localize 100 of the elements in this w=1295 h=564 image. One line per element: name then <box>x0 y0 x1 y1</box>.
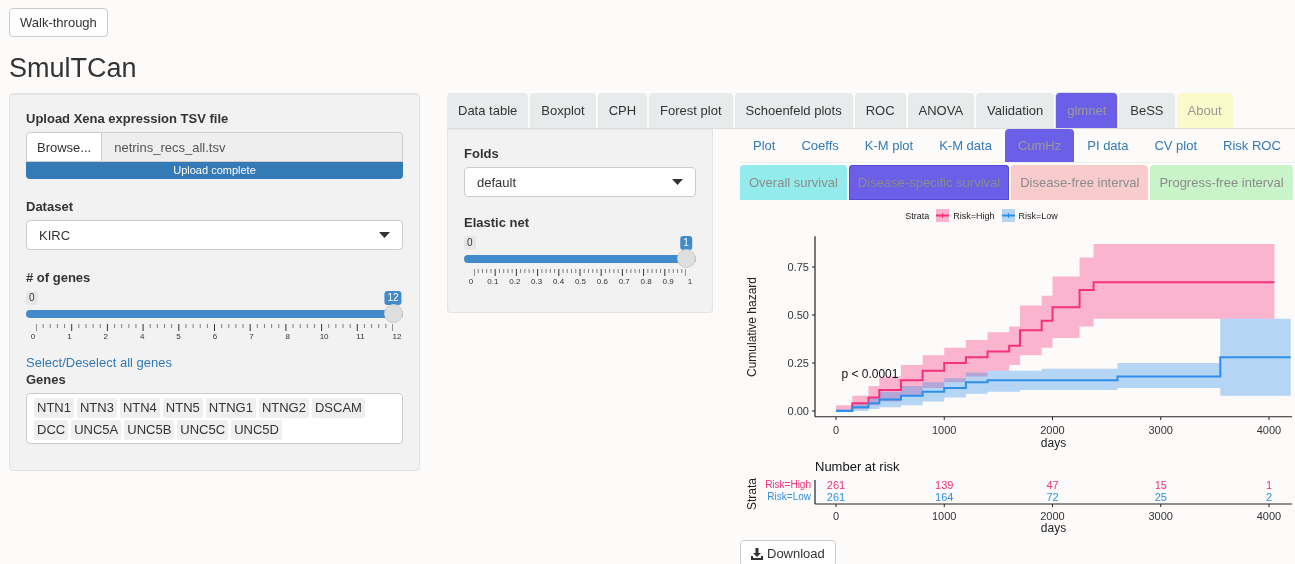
risk-count: 47 <box>1046 479 1059 491</box>
slider-min-label: 0 <box>26 291 38 305</box>
tab[interactable]: Data table <box>447 93 529 128</box>
slider-tick-label: 4 <box>139 332 145 341</box>
gene-chip[interactable]: NTNG1 <box>205 398 256 418</box>
gene-chip[interactable]: DCC <box>34 420 69 440</box>
slider-tick-label: 2 <box>103 332 108 341</box>
gene-chip[interactable]: NTN1 <box>34 398 74 418</box>
tab[interactable]: Validation <box>976 93 1055 128</box>
slider-tick-label: 0.4 <box>553 277 565 286</box>
slider-tick-label: 0.2 <box>509 277 521 286</box>
gene-chip[interactable]: UNC5D <box>231 420 282 440</box>
x-tick-label: 3000 <box>1148 510 1173 522</box>
field-label: Genes <box>26 372 67 387</box>
p-value-label: p < 0.0001 <box>841 367 899 382</box>
gene-chip[interactable]: UNC5A <box>71 420 122 440</box>
sub-tab[interactable]: Risk ROC <box>1210 129 1294 162</box>
tab[interactable]: ANOVA <box>907 93 975 128</box>
slider-tick-label: 0.7 <box>618 277 630 286</box>
download-icon <box>751 547 763 560</box>
field-label: Dataset <box>26 199 74 214</box>
sub-tab[interactable]: K-M data <box>926 129 1005 162</box>
slider-tick-label: 0.9 <box>662 277 674 286</box>
strata-label: Strata <box>745 478 759 510</box>
sub-tab[interactable]: CV plot <box>1141 129 1211 162</box>
field-label: # of genes <box>26 270 92 285</box>
x-tick-label: 0 <box>832 510 840 522</box>
slider-tick-label: 0.6 <box>596 277 608 286</box>
sub-tab[interactable]: Plot <box>740 129 789 162</box>
x-tick-label: 0 <box>832 424 840 436</box>
y-tick-label: 0.50 <box>787 309 809 321</box>
strata-name: Risk=High <box>765 479 811 490</box>
legend-title: Strata <box>905 210 930 221</box>
gene-chip[interactable]: DSCAM <box>311 398 365 418</box>
risk-count: 164 <box>935 491 954 503</box>
risk-count: 139 <box>935 479 954 491</box>
tab[interactable]: CPH <box>597 93 648 128</box>
risk-count: 72 <box>1046 491 1059 503</box>
genes-multiselect[interactable]: NTN1 NTN3 NTN4 NTN5 NTNG1 NTNG2 DSCAM DCC UNC5A UNC5B UNC5C UNC5D <box>26 393 403 444</box>
select-all-link[interactable]: Select/Deselect all genes <box>26 355 172 370</box>
slider-value-label: 12 <box>384 291 402 305</box>
gene-chip[interactable]: NTN4 <box>119 398 160 418</box>
strata-name: Risk=Low <box>767 491 811 502</box>
tab[interactable]: BeSS <box>1119 93 1175 128</box>
slider-tick-label: 0.8 <box>640 277 652 286</box>
x-tick-label: 1000 <box>932 424 957 436</box>
legend-label: Risk=High <box>953 210 995 221</box>
slider-tick-label: 1 <box>67 332 72 341</box>
sub-tab[interactable]: PI data <box>1074 129 1142 162</box>
progress-text: Upload complete <box>172 163 257 178</box>
field-label: Upload Xena expression TSV file <box>26 111 230 126</box>
y-tick-label: 0.00 <box>787 405 809 417</box>
x-tick-label: 3000 <box>1148 424 1173 436</box>
walkthrough-button[interactable]: Walk-through <box>9 8 108 37</box>
slider-tick-label: 0.5 <box>574 277 586 286</box>
tab[interactable]: Forest plot <box>649 93 733 128</box>
slider-tick-label: 11 <box>356 332 365 341</box>
gene-chip[interactable]: UNC5C <box>177 420 229 440</box>
slider-tick-label: 7 <box>249 332 254 341</box>
sub-tab[interactable]: Coeffs <box>788 129 852 162</box>
tab[interactable]: ROC <box>854 93 906 128</box>
risk-count: 261 <box>826 479 846 491</box>
risk-table-title: Number at risk <box>815 459 900 474</box>
select-value: KIRC <box>39 227 71 243</box>
gene-chip[interactable]: UNC5B <box>124 420 175 440</box>
x-tick-label: 1000 <box>932 510 957 522</box>
slider-handle[interactable] <box>676 249 696 268</box>
y-tick-label: 0.25 <box>787 357 809 369</box>
risk-count: 261 <box>826 491 846 503</box>
slider-tick-label: 0.3 <box>531 277 543 286</box>
slider-tick-label: 0 <box>468 277 474 286</box>
file-name-field: netrins_recs_all.tsv <box>101 132 403 162</box>
browse-button[interactable]: Browse... <box>26 132 102 162</box>
slider-tick-label: 0 <box>30 332 36 341</box>
field-label: Folds <box>464 146 500 161</box>
tab[interactable]: Schoenfeld plots <box>734 93 853 128</box>
tab[interactable]: Boxplot <box>530 93 596 128</box>
y-tick-label: 0.75 <box>787 261 809 273</box>
gene-chip[interactable]: NTNG2 <box>258 398 309 418</box>
risk-count: 25 <box>1154 491 1167 503</box>
dataset-select[interactable]: KIRC <box>26 220 403 250</box>
x-axis-title: days <box>1040 521 1067 535</box>
folds-select[interactable]: default <box>464 167 696 197</box>
risk-count: 15 <box>1154 479 1167 491</box>
slider-tick-label: 1 <box>687 277 693 286</box>
slider-tick-label: 5 <box>176 332 181 341</box>
x-tick-label: 2000 <box>1040 510 1065 522</box>
legend-label: Risk=Low <box>1018 210 1058 221</box>
gene-chip[interactable]: NTN5 <box>162 398 203 418</box>
slider-tick-label: 10 <box>319 332 329 341</box>
download-button[interactable]: Download <box>740 540 836 564</box>
slider-tick-label: 12 <box>392 332 402 341</box>
x-tick-label: 4000 <box>1256 510 1282 522</box>
caret-icon <box>672 179 683 185</box>
slider-tick-label: 6 <box>212 332 218 341</box>
slider-handle[interactable] <box>383 304 403 323</box>
gene-chip[interactable]: NTN3 <box>76 398 117 418</box>
slider-min-label: 0 <box>464 236 476 250</box>
risk-count: 1 <box>1265 479 1273 491</box>
sub-tab[interactable]: K-M plot <box>851 129 927 162</box>
